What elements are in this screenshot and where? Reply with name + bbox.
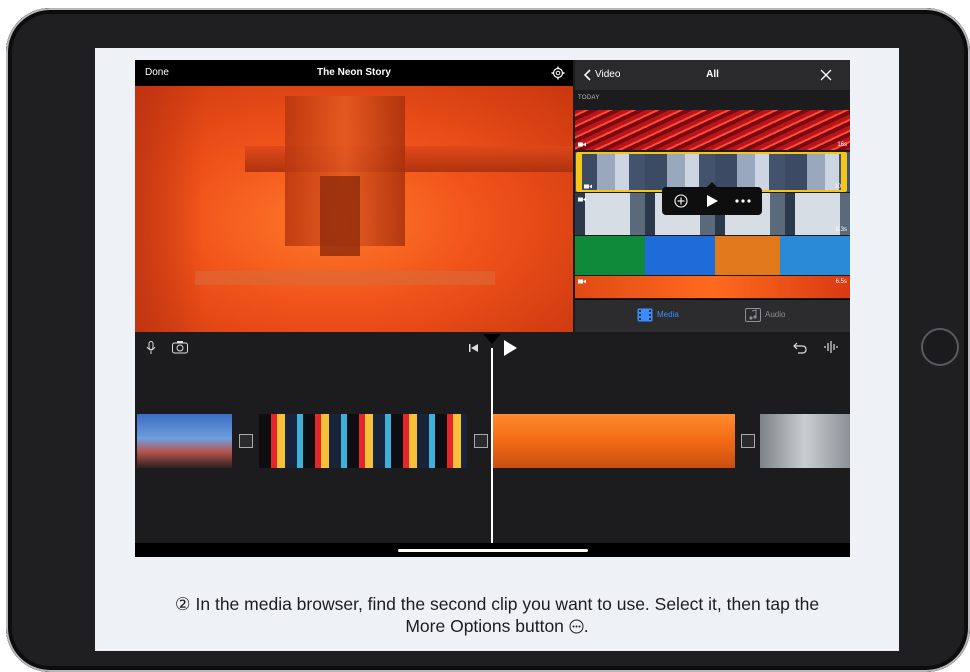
- step-marker: ②: [174, 594, 191, 614]
- project-title: The Neon Story: [317, 67, 391, 78]
- ipad-frame: Done The Neon Story Video All TODAY 16s …: [6, 8, 970, 672]
- section-header: TODAY: [578, 95, 600, 101]
- home-indicator[interactable]: [398, 549, 588, 552]
- project-toolbar: Done The Neon Story: [135, 60, 573, 86]
- tab-media-label: Media: [657, 310, 679, 320]
- caption-line-1: ② In the media browser, find the second …: [95, 593, 899, 615]
- transition-icon[interactable]: [239, 434, 253, 448]
- caption-text-2-end: .: [583, 616, 589, 636]
- clip-action-popover: [662, 182, 762, 215]
- media-clip[interactable]: 6.5s: [575, 276, 850, 298]
- timeline[interactable]: [135, 334, 850, 557]
- film-icon: [637, 308, 653, 322]
- tab-audio[interactable]: Audio: [745, 308, 785, 322]
- media-type-tabs: Media Audio: [575, 300, 850, 332]
- video-camera-icon: [578, 142, 586, 147]
- skip-to-start-icon[interactable]: [469, 343, 479, 353]
- home-button[interactable]: [921, 328, 959, 366]
- filter-title: All: [706, 69, 719, 80]
- gear-icon[interactable]: [551, 66, 565, 80]
- waveform-icon[interactable]: [823, 340, 839, 354]
- clip-duration: 16s: [837, 142, 847, 148]
- add-circle-icon[interactable]: [674, 194, 688, 208]
- transition-icon[interactable]: [474, 434, 488, 448]
- undo-icon[interactable]: [793, 340, 807, 354]
- video-viewer[interactable]: [135, 86, 573, 332]
- tab-audio-label: Audio: [765, 310, 786, 320]
- close-icon[interactable]: [820, 69, 832, 81]
- instruction-caption: ② In the media browser, find the second …: [95, 593, 899, 637]
- imovie-app: Done The Neon Story Video All TODAY 16s …: [135, 60, 850, 557]
- media-clip[interactable]: [575, 236, 850, 275]
- clip-duration: 8.3s: [835, 227, 847, 233]
- playhead-marker: [483, 334, 501, 344]
- caption-text-2: More Options button: [405, 616, 564, 636]
- timeline-clip[interactable]: [493, 414, 735, 468]
- more-options-icon[interactable]: [734, 195, 752, 207]
- clip-duration: 6.5s: [835, 279, 847, 285]
- caption-text-1: In the media browser, find the second cl…: [195, 594, 820, 614]
- play-icon[interactable]: [706, 195, 718, 207]
- play-icon[interactable]: [503, 340, 517, 356]
- tab-media[interactable]: Media: [637, 308, 679, 322]
- playhead[interactable]: [491, 348, 493, 543]
- timeline-clip[interactable]: [259, 414, 467, 468]
- camera-icon[interactable]: [172, 340, 188, 354]
- timeline-clip[interactable]: [760, 414, 850, 468]
- timeline-clip[interactable]: [137, 414, 232, 468]
- more-options-icon: [569, 619, 584, 634]
- media-browser-header: Video All: [575, 60, 850, 90]
- video-camera-icon: [578, 279, 586, 284]
- microphone-icon[interactable]: [146, 341, 156, 355]
- media-browser: Video All TODAY 16s 10 8.3s 6.5s Media A…: [575, 60, 850, 332]
- music-note-icon: [745, 308, 761, 322]
- caption-line-2: More Options button .: [95, 615, 899, 637]
- screen: Done The Neon Story Video All TODAY 16s …: [95, 48, 899, 651]
- video-camera-icon: [578, 197, 586, 202]
- transition-icon[interactable]: [741, 434, 755, 448]
- media-clip[interactable]: 16s: [575, 110, 850, 150]
